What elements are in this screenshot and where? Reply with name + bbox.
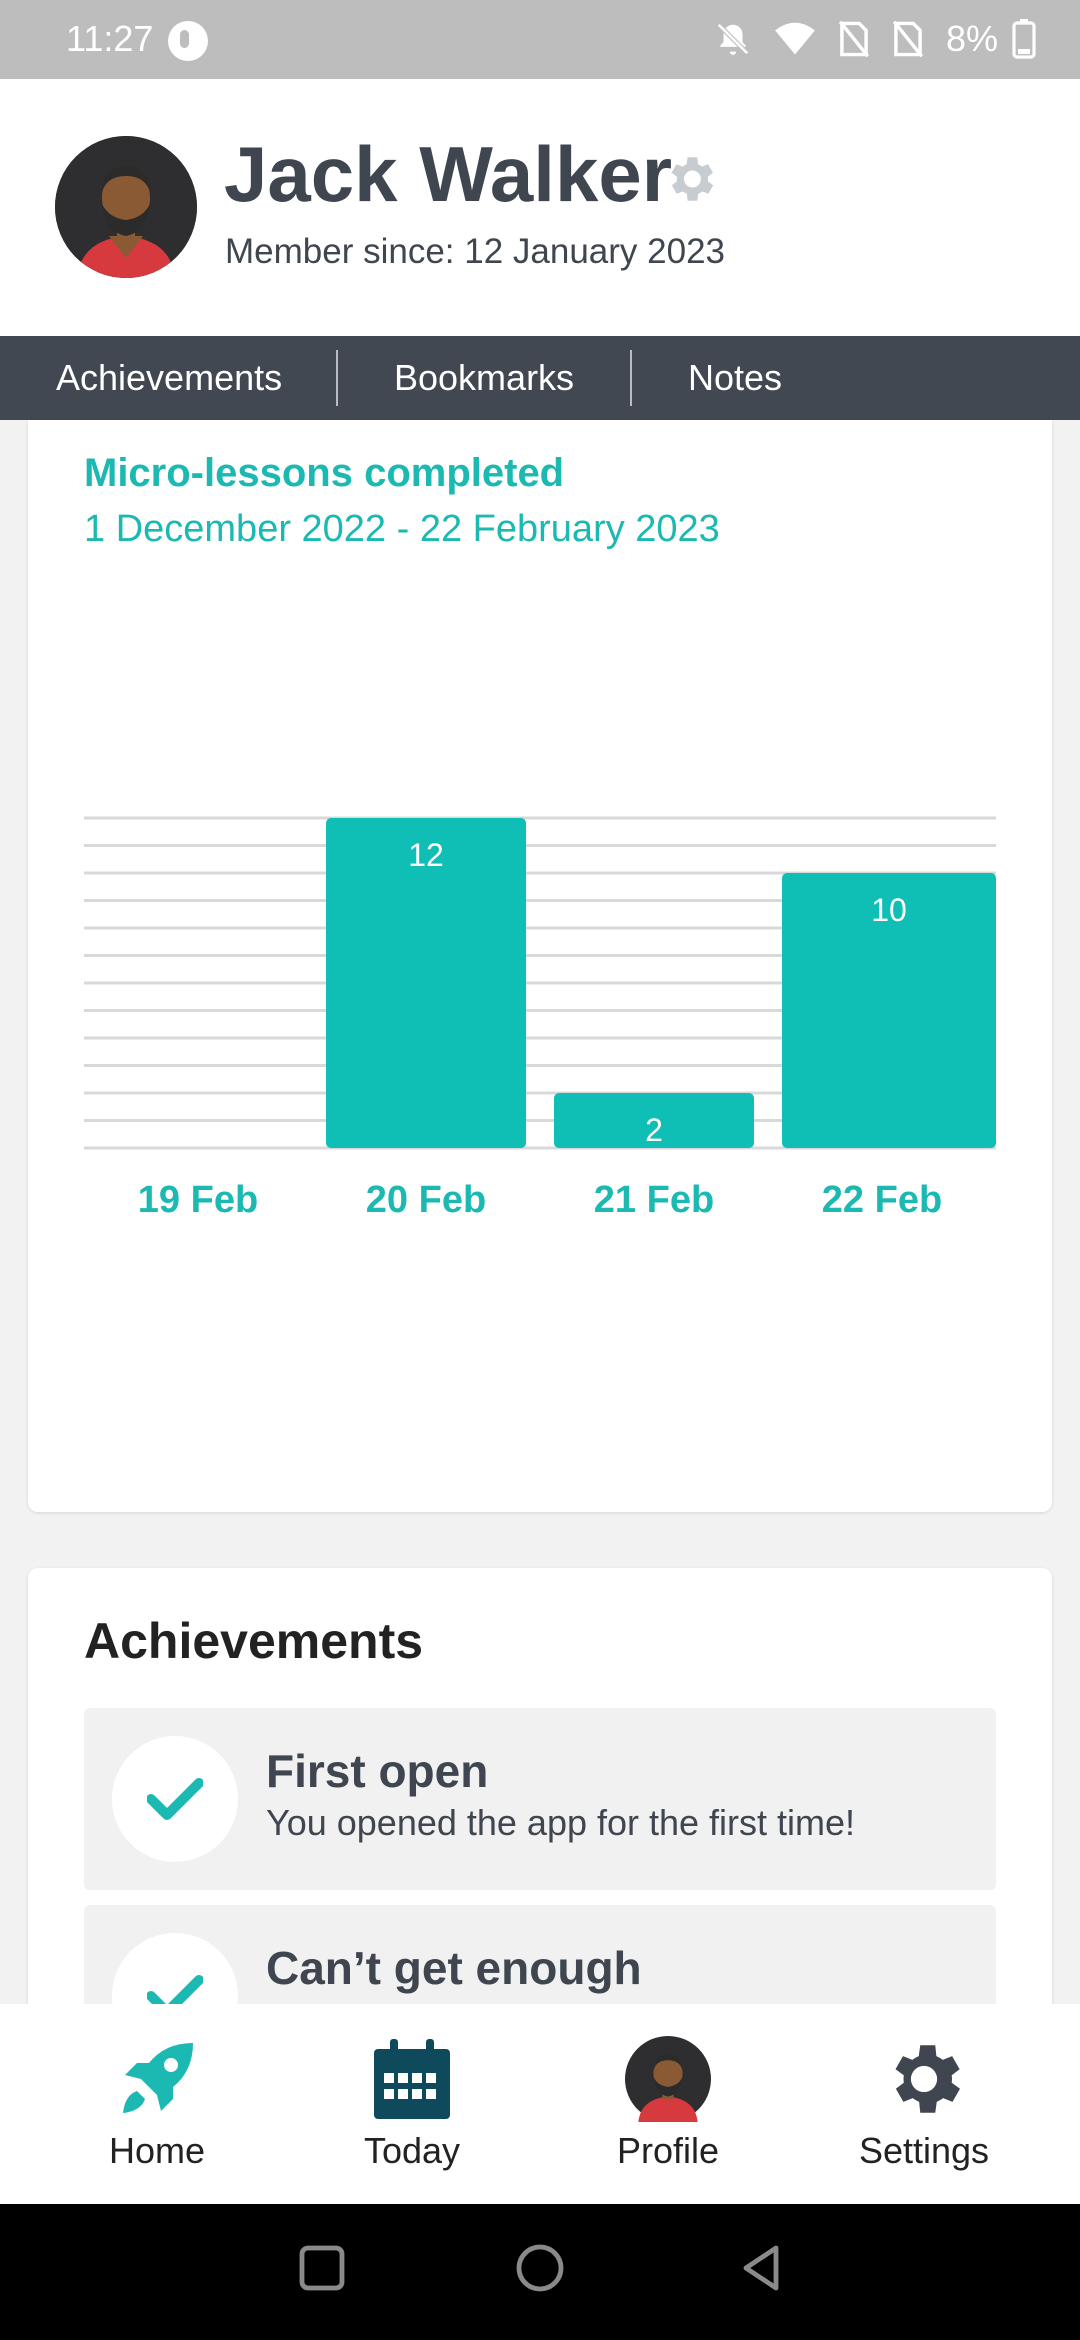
nav-label: Home bbox=[108, 2130, 206, 2171]
avatar[interactable] bbox=[55, 136, 197, 278]
no-sim-icon bbox=[838, 20, 870, 58]
battery-percentage: 8% bbox=[945, 18, 998, 59]
battery-icon bbox=[1012, 19, 1036, 59]
nav-label: Settings bbox=[858, 2130, 990, 2171]
profile-tabs: Achievements Bookmarks Notes bbox=[0, 336, 1080, 420]
home-button-icon[interactable] bbox=[514, 2242, 566, 2294]
chart-data-label: 12 bbox=[408, 837, 444, 873]
member-since: Member since: 12 January 2023 bbox=[225, 232, 725, 271]
achievement-description: You opened the app for the first time! bbox=[266, 1802, 856, 1843]
nav-home[interactable]: Home bbox=[22, 2004, 292, 2204]
system-navigation-bar bbox=[0, 2204, 1080, 2340]
recent-apps-icon[interactable] bbox=[296, 2242, 348, 2294]
gear-icon bbox=[879, 2034, 969, 2124]
status-bar: 11:27 8% bbox=[0, 0, 1080, 79]
tab-achievements[interactable]: Achievements bbox=[0, 336, 336, 420]
avatar-illustration bbox=[55, 136, 197, 278]
back-button-icon[interactable] bbox=[736, 2242, 788, 2294]
nav-settings[interactable]: Settings bbox=[789, 2004, 1059, 2204]
achievement-item[interactable]: First open You opened the app for the fi… bbox=[84, 1708, 996, 1890]
tab-bookmarks[interactable]: Bookmarks bbox=[338, 336, 630, 420]
tab-label: Notes bbox=[688, 357, 783, 398]
bottom-navigation: Home Today Profile Settings bbox=[0, 2004, 1080, 2204]
nav-today[interactable]: Today bbox=[277, 2004, 547, 2204]
nav-label: Today bbox=[363, 2130, 461, 2171]
chart-data-label: 2 bbox=[645, 1112, 663, 1148]
wifi-icon bbox=[775, 22, 815, 55]
edit-profile-gear-icon[interactable] bbox=[661, 150, 719, 208]
status-time: 11:27 bbox=[66, 18, 154, 59]
status-icons: 8% bbox=[714, 14, 1036, 64]
nav-profile[interactable]: Profile bbox=[533, 2004, 803, 2204]
achievements-heading: Achievements bbox=[84, 1613, 424, 1669]
achievement-check bbox=[112, 1736, 238, 1862]
checkmark-icon bbox=[147, 1778, 203, 1820]
notifications-muted-icon bbox=[717, 23, 749, 55]
tab-notes[interactable]: Notes bbox=[632, 336, 932, 420]
no-sim-icon-2 bbox=[892, 20, 924, 58]
nav-label: Profile bbox=[616, 2130, 720, 2171]
app-notification-icon bbox=[168, 21, 208, 61]
calendar-icon bbox=[367, 2034, 457, 2124]
chart-card: Micro-lessons completed 1 December 2022 … bbox=[28, 420, 1052, 1512]
tab-label: Achievements bbox=[56, 357, 283, 398]
profile-header: Jack Walker Member since: 12 January 202… bbox=[0, 79, 1080, 336]
chart-x-tick-label: 21 Feb bbox=[594, 1179, 714, 1221]
tab-label: Bookmarks bbox=[394, 357, 575, 398]
chart-data-label: 10 bbox=[871, 892, 907, 928]
chart-x-tick-label: 20 Feb bbox=[366, 1179, 486, 1221]
achievement-title: Can’t get enough bbox=[266, 1942, 642, 1994]
rocket-icon bbox=[112, 2034, 202, 2124]
avatar-icon bbox=[623, 2034, 713, 2124]
chart-x-tick-label: 19 Feb bbox=[138, 1179, 258, 1221]
achievement-title: First open bbox=[266, 1745, 489, 1797]
bar-chart: 19 Feb 12 20 Feb 2 21 Feb 10 22 Feb bbox=[84, 816, 996, 1221]
chart-x-tick-label: 22 Feb bbox=[822, 1179, 942, 1221]
user-name: Jack Walker bbox=[224, 130, 673, 218]
achievements-card: Achievements First open You opened the a… bbox=[28, 1568, 1052, 2068]
